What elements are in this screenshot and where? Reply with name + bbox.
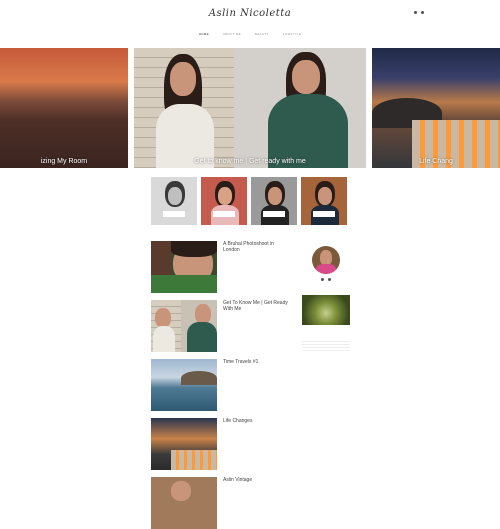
post-text: Life Changes (223, 418, 291, 427)
post-title[interactable]: A Bruhal Photoshoot in London (223, 241, 291, 253)
nav-item-about[interactable]: ABOUT ME (223, 32, 241, 36)
post-text: Get To Know Me | Get Ready With Me (223, 300, 291, 315)
post-text: A Bruhal Photoshoot in London (223, 241, 291, 256)
post-item: Get To Know Me | Get Ready With Me (151, 300, 291, 352)
promo-thumb[interactable] (201, 177, 247, 225)
promo-thumb[interactable] (251, 177, 297, 225)
nav-item-beauty[interactable]: BEAUTY (255, 32, 269, 36)
avatar (312, 246, 340, 274)
post-title[interactable]: Time Travels #1 (223, 359, 291, 365)
categories-list (302, 339, 350, 351)
post-item: Life Changes (151, 418, 291, 470)
promo-thumbs (151, 177, 347, 225)
header-icons (414, 11, 424, 14)
sidebar-image[interactable] (302, 295, 350, 325)
post-title[interactable]: Life Changes (223, 418, 291, 424)
social-icon[interactable] (414, 11, 417, 14)
main-nav: HOME ABOUT ME BEAUTY LIFESTYLE (0, 32, 500, 36)
instagram-icon[interactable] (321, 278, 324, 281)
post-text: Time Travels #1 (223, 359, 291, 368)
post-title[interactable]: Get To Know Me | Get Ready With Me (223, 300, 291, 312)
site-logo[interactable]: Aslin Nicoletta (0, 8, 500, 19)
site-header: Aslin Nicoletta HOME ABOUT ME BEAUTY LIF… (0, 0, 500, 48)
post-thumbnail[interactable] (151, 241, 217, 293)
post-text: Aslin Vintage (223, 477, 291, 485)
slide-life-changes[interactable]: Life Chang (372, 48, 500, 168)
sidebar (302, 241, 350, 351)
search-icon[interactable] (421, 11, 424, 14)
slide-caption[interactable]: Life Chang (372, 158, 500, 165)
post-thumbnail[interactable] (151, 418, 217, 470)
featured-slider: izing My Room Get to know me | Get ready… (0, 48, 500, 168)
post-title[interactable]: Aslin Vintage (223, 477, 291, 483)
person-figure (144, 48, 224, 168)
slide-organizing-room[interactable]: izing My Room (0, 48, 128, 168)
promo-thumb-label (213, 211, 235, 217)
nav-item-home[interactable]: HOME (199, 32, 209, 36)
post-thumbnail[interactable] (151, 359, 217, 411)
post-thumbnail[interactable] (151, 300, 217, 352)
youtube-icon[interactable] (328, 278, 331, 281)
slide-caption[interactable]: izing My Room (0, 158, 128, 165)
person-figure (254, 48, 354, 168)
promo-thumb-label (263, 211, 285, 217)
promo-thumb-label (163, 211, 185, 217)
promo-thumb-label (313, 211, 335, 217)
social-dots (302, 278, 350, 281)
slide-caption[interactable]: Get to know me | Get ready with me (134, 158, 366, 165)
category-item[interactable] (302, 348, 350, 351)
slide-get-to-know-me[interactable]: Get to know me | Get ready with me (134, 48, 366, 168)
nav-item-lifestyle[interactable]: LIFESTYLE (283, 32, 302, 36)
promo-thumb[interactable] (151, 177, 197, 225)
post-thumbnail[interactable] (151, 477, 217, 529)
post-item: Aslin Vintage (151, 477, 291, 529)
post-item: Time Travels #1 (151, 359, 291, 411)
promo-thumb[interactable] (301, 177, 347, 225)
post-item: A Bruhal Photoshoot in London (151, 241, 291, 293)
